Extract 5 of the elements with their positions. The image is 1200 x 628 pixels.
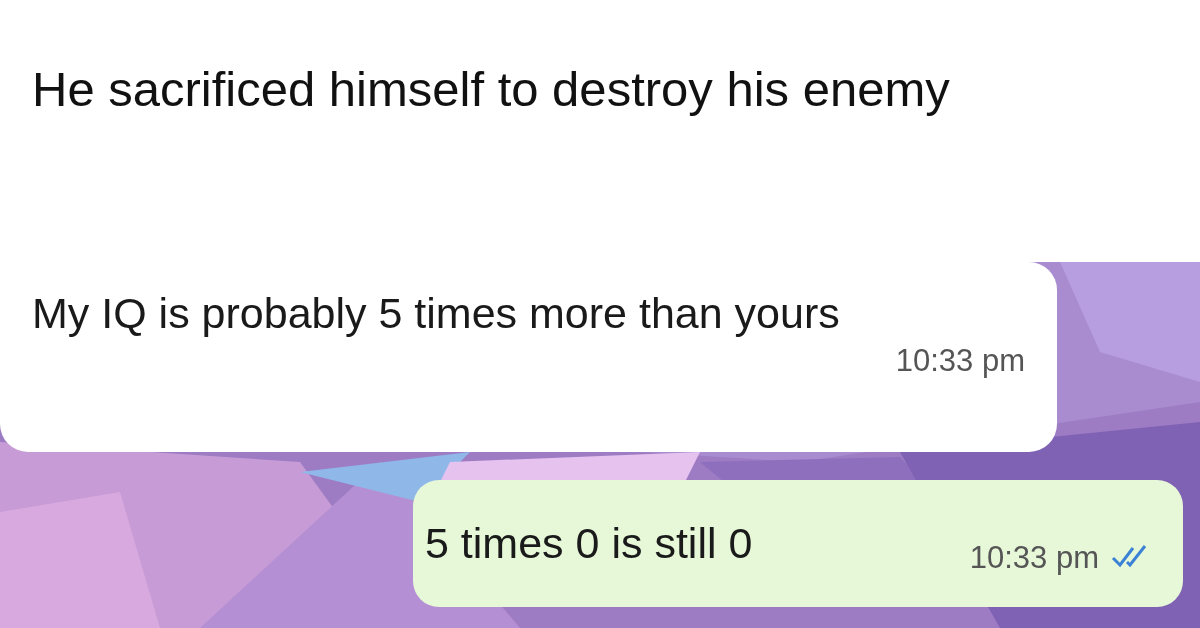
caption: He sacrificed himself to destroy his enemy xyxy=(32,61,951,118)
message-text: 5 times 0 is still 0 xyxy=(425,518,753,570)
message-time: 10:33 pm xyxy=(895,342,1025,380)
message-time: 10:33 pm xyxy=(969,539,1099,578)
message-text: My IQ is probably 5 times more than yours xyxy=(32,288,841,339)
